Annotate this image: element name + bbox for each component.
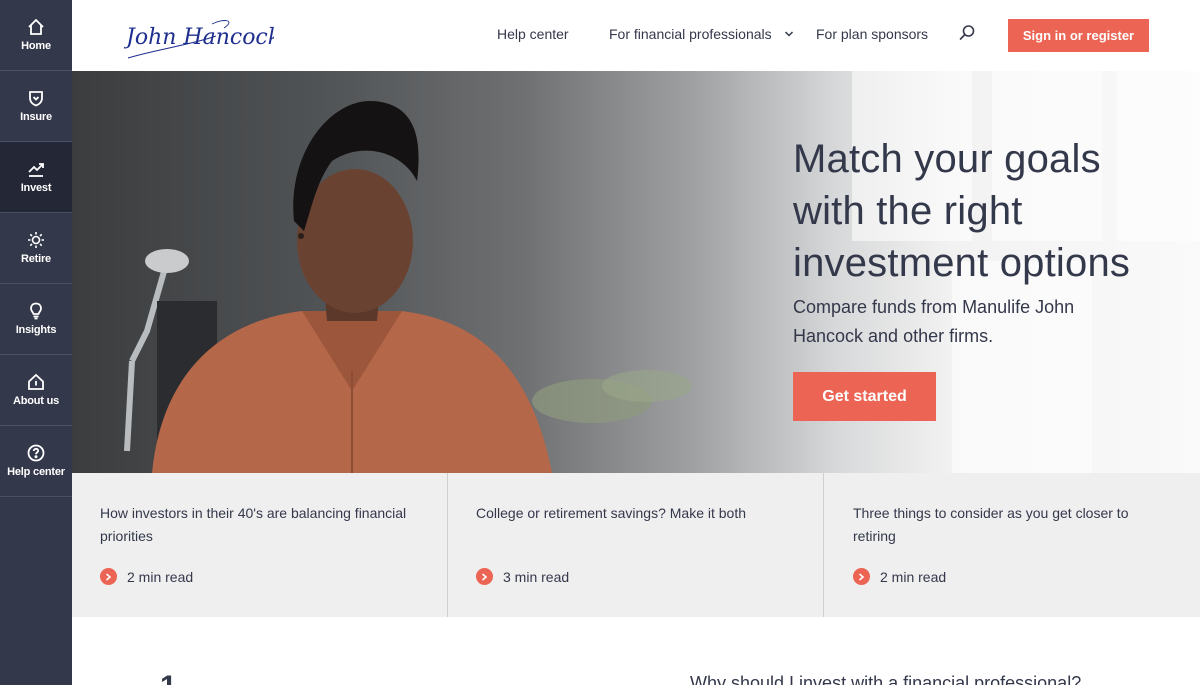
- read-time: 3 min read: [476, 568, 569, 585]
- hero-photo-woman: [124, 100, 692, 473]
- chevron-right-icon: [476, 568, 493, 585]
- logo-text: John Hancock: [124, 25, 274, 50]
- article-cards: How investors in their 40's are balancin…: [72, 473, 1200, 617]
- article-card[interactable]: College or retirement savings? Make it b…: [448, 473, 824, 617]
- sidebar-item-about-us[interactable]: About us: [0, 355, 72, 426]
- article-title: College or retirement savings? Make it b…: [476, 505, 747, 521]
- sidebar-item-label: Insure: [20, 111, 52, 123]
- nav-financial-professionals[interactable]: For financial professionals: [609, 26, 772, 42]
- shield-icon: [29, 91, 43, 107]
- left-sidebar: Home Insure Invest Retire Insights About…: [0, 0, 72, 685]
- sidebar-item-label: Help center: [7, 466, 65, 478]
- nav-help-center[interactable]: Help center: [497, 26, 569, 42]
- nav-plan-sponsors[interactable]: For plan sponsors: [816, 26, 928, 42]
- sidebar-item-label: Retire: [21, 253, 51, 265]
- sidebar-item-help-center[interactable]: Help center: [0, 426, 72, 497]
- sun-icon: [28, 232, 44, 248]
- chevron-down-icon[interactable]: [784, 30, 794, 38]
- read-time-label: 2 min read: [880, 568, 947, 585]
- hero-banner: Match your goals with the right investme…: [72, 71, 1200, 473]
- lightbulb-icon: [30, 302, 42, 320]
- section-number: 1: [160, 672, 177, 685]
- article-card[interactable]: Three things to consider as you get clos…: [825, 473, 1200, 617]
- chevron-right-icon: [100, 568, 117, 585]
- sidebar-item-insights[interactable]: Insights: [0, 284, 72, 355]
- read-time: 2 min read: [100, 568, 193, 585]
- sidebar-item-invest[interactable]: Invest: [0, 142, 72, 213]
- top-header: John Hancock Help center For financial p…: [72, 0, 1200, 71]
- read-time-label: 3 min read: [503, 568, 570, 585]
- sidebar-item-label: About us: [12, 395, 60, 407]
- logo-wordmark: John Hancock: [122, 20, 281, 59]
- read-time-label: 2 min read: [127, 568, 194, 585]
- sign-in-register-button[interactable]: Sign in or register: [1008, 19, 1149, 52]
- hero-title: Match your goals with the right investme…: [793, 137, 1131, 285]
- article-card[interactable]: How investors in their 40's are balancin…: [72, 473, 448, 617]
- trend-up-icon: [28, 163, 44, 177]
- house-info-icon: [28, 373, 44, 390]
- john-hancock-logo[interactable]: John Hancock: [122, 14, 281, 62]
- article-title: How investors in their 40's are balancin…: [100, 505, 407, 544]
- hero-subtitle: Compare funds from Manulife John Hancock…: [793, 297, 1075, 346]
- sidebar-item-retire[interactable]: Retire: [0, 213, 72, 284]
- section-question: Why should I invest with a financial pro…: [690, 673, 1082, 685]
- sidebar-item-label: Insights: [15, 324, 57, 336]
- read-time: 2 min read: [853, 568, 946, 585]
- question-circle-icon: [27, 444, 45, 462]
- sidebar-item-home[interactable]: Home: [0, 0, 72, 71]
- search-icon[interactable]: [958, 24, 976, 42]
- sidebar-item-insure[interactable]: Insure: [0, 71, 72, 142]
- article-title: Three things to consider as you get clos…: [853, 505, 1129, 544]
- get-started-button[interactable]: Get started: [793, 372, 936, 421]
- chevron-right-icon: [853, 568, 870, 585]
- sidebar-item-label: Invest: [20, 182, 52, 194]
- home-icon: [28, 18, 44, 35]
- sidebar-item-label: Home: [21, 40, 51, 52]
